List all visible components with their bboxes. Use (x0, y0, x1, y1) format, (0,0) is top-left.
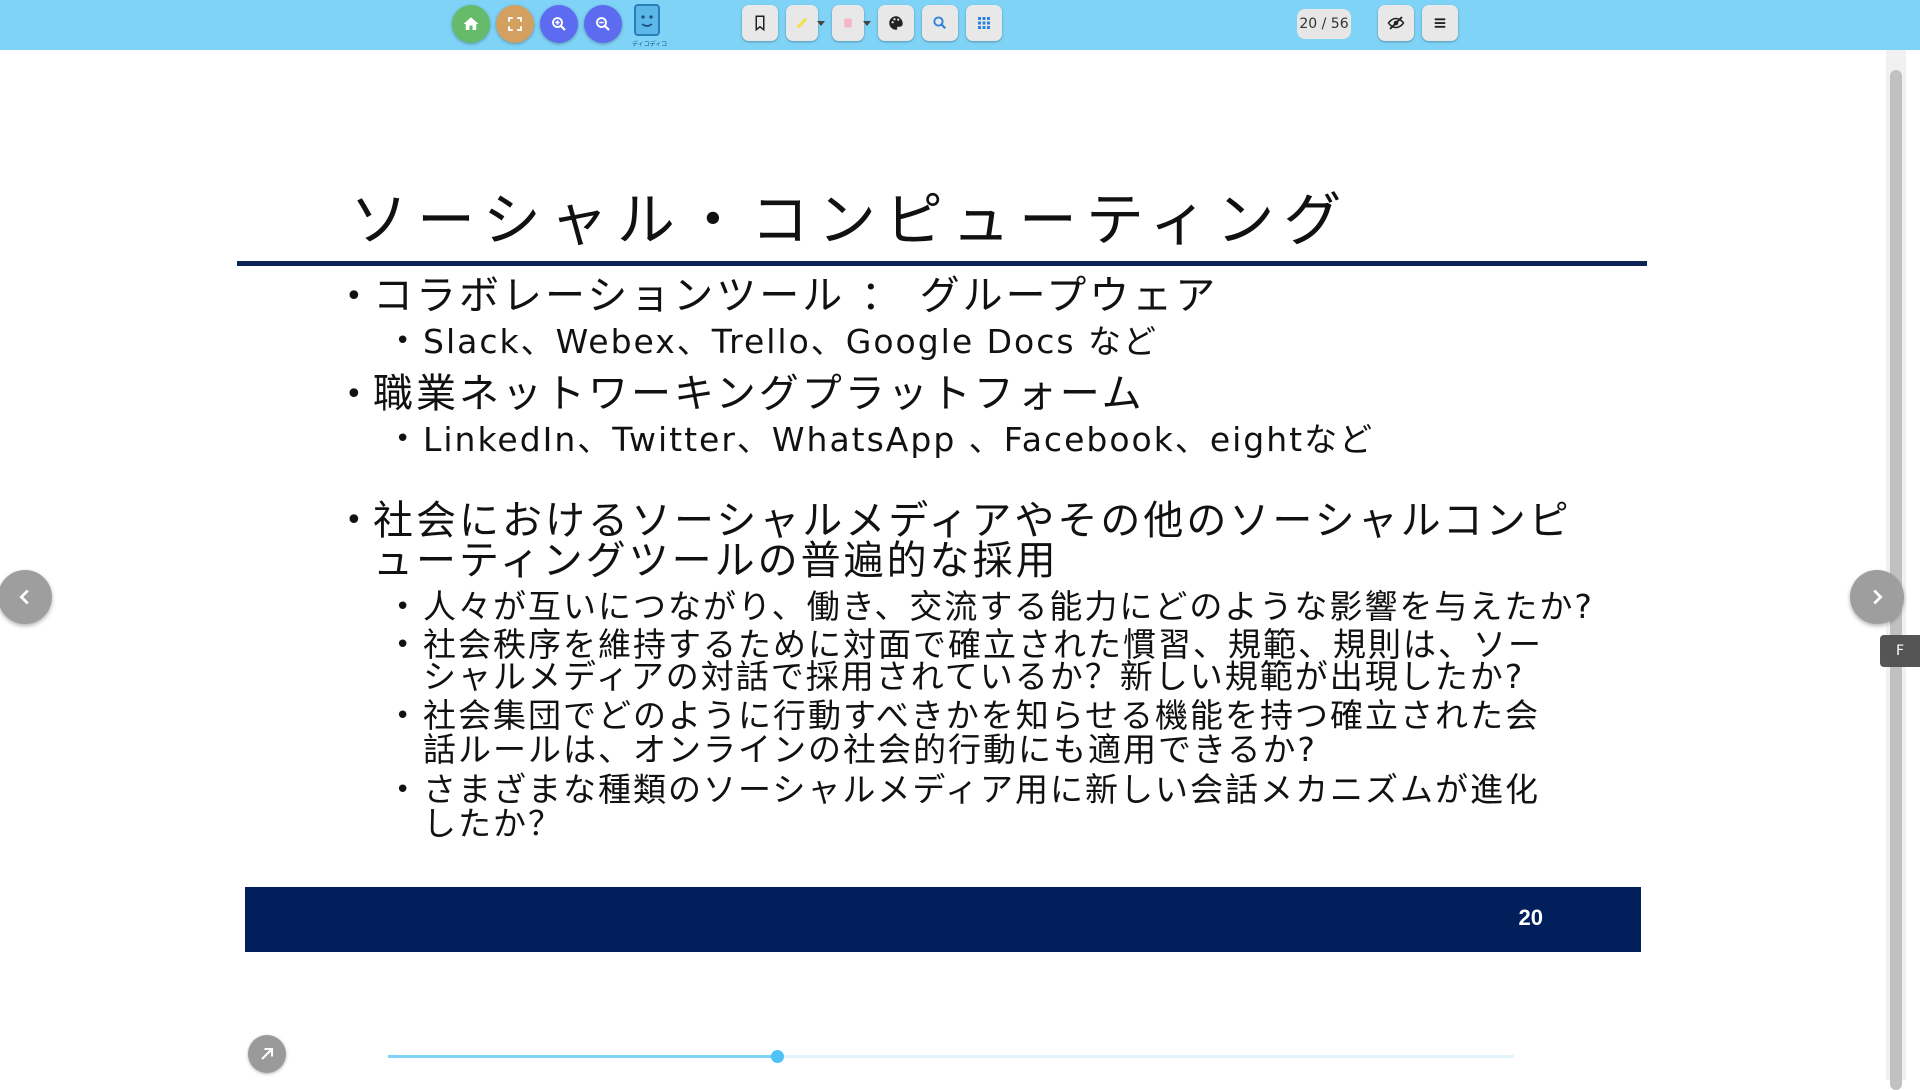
bullet-item: 職業ネットワーキングプラットフォーム (345, 373, 1625, 417)
zoom-out-icon (596, 17, 610, 31)
zoom-in-button[interactable] (540, 5, 578, 43)
grid-icon (978, 17, 990, 29)
palette-button[interactable] (878, 5, 914, 41)
slide-title: ソーシャル・コンピューティング (350, 186, 1351, 254)
vertical-scrollbar[interactable] (1886, 50, 1906, 1090)
zoom-out-button[interactable] (584, 5, 622, 43)
fullscreen-icon (508, 17, 522, 31)
sub-bullet-item: Slack、Webex、Trello、Google Docs など (345, 325, 1625, 358)
bullet-item: コラボレーションツール ： グループウェア (345, 275, 1625, 319)
logo-icon (634, 4, 660, 36)
slide-body: コラボレーションツール ： グループウェア Slack、Webex、Trello… (345, 275, 1625, 841)
arrow-up-right-icon (261, 1047, 274, 1060)
search-icon (933, 16, 947, 30)
zoom-in-icon (552, 17, 566, 31)
page-progress-slider[interactable] (388, 1050, 1514, 1063)
sub-bullet-item: 社会集団でどのように行動すべきかを知らせる機能を持つ確立された会話ルールは、オン… (345, 699, 1553, 767)
bookmark-icon (755, 15, 765, 32)
hide-toolbar-button[interactable] (1378, 5, 1414, 41)
chevron-right-icon (1873, 589, 1883, 605)
progress-fill (388, 1055, 778, 1058)
hide-icon (1387, 16, 1405, 30)
menu-button[interactable] (1422, 5, 1458, 41)
eraser-icon (844, 18, 852, 28)
sub-bullet-item: 人々が互いにつながり、働き、交流する能力にどのような影響を与えたか? (345, 587, 1625, 627)
eraser-dropdown-icon[interactable] (863, 21, 871, 26)
fullscreen-button[interactable] (496, 5, 534, 43)
highlighter-icon (796, 17, 808, 29)
sub-bullet-item: さまざまな種類のソーシャルメディア用に新しい会話メカニズムが進化したか？ (345, 773, 1553, 841)
bookmark-button[interactable] (742, 5, 778, 41)
highlighter-button[interactable] (786, 5, 818, 41)
app-logo[interactable]: ディコディコ (632, 3, 668, 48)
top-toolbar: ディコディコ 20 / 56 (0, 0, 1920, 50)
highlighter-dropdown-icon[interactable] (817, 21, 825, 26)
next-slide-button[interactable] (1850, 570, 1904, 624)
chevron-left-icon (19, 589, 29, 605)
page-counter[interactable]: 20 / 56 (1297, 9, 1351, 39)
bullet-item: 社会におけるソーシャルメディアやその他のソーシャルコンピューティングツールの普遍… (345, 501, 1613, 581)
side-panel-tab[interactable]: F (1880, 635, 1920, 667)
previous-slide-button[interactable] (0, 570, 52, 624)
eraser-button[interactable] (832, 5, 864, 41)
share-button[interactable] (248, 1035, 286, 1073)
grid-view-button[interactable] (966, 5, 1002, 41)
palette-icon (889, 16, 903, 30)
sub-bullet-item: LinkedIn、Twitter、WhatsApp 、Facebook、eigh… (345, 423, 1625, 456)
menu-icon (1434, 18, 1446, 28)
logo-text: ディコディコ (632, 41, 668, 48)
title-divider (237, 261, 1647, 266)
progress-knob[interactable] (771, 1050, 785, 1063)
sub-bullet-item: 社会秩序を維持するために対面で確立された慣習、規範、規則は、ソーシャルメディアの… (345, 628, 1553, 693)
home-button[interactable] (452, 5, 490, 43)
slide-page-number: 20 (1518, 905, 1543, 930)
slide-footer-bar: 20 (245, 887, 1641, 952)
search-button[interactable] (922, 5, 958, 41)
home-icon (463, 17, 479, 30)
